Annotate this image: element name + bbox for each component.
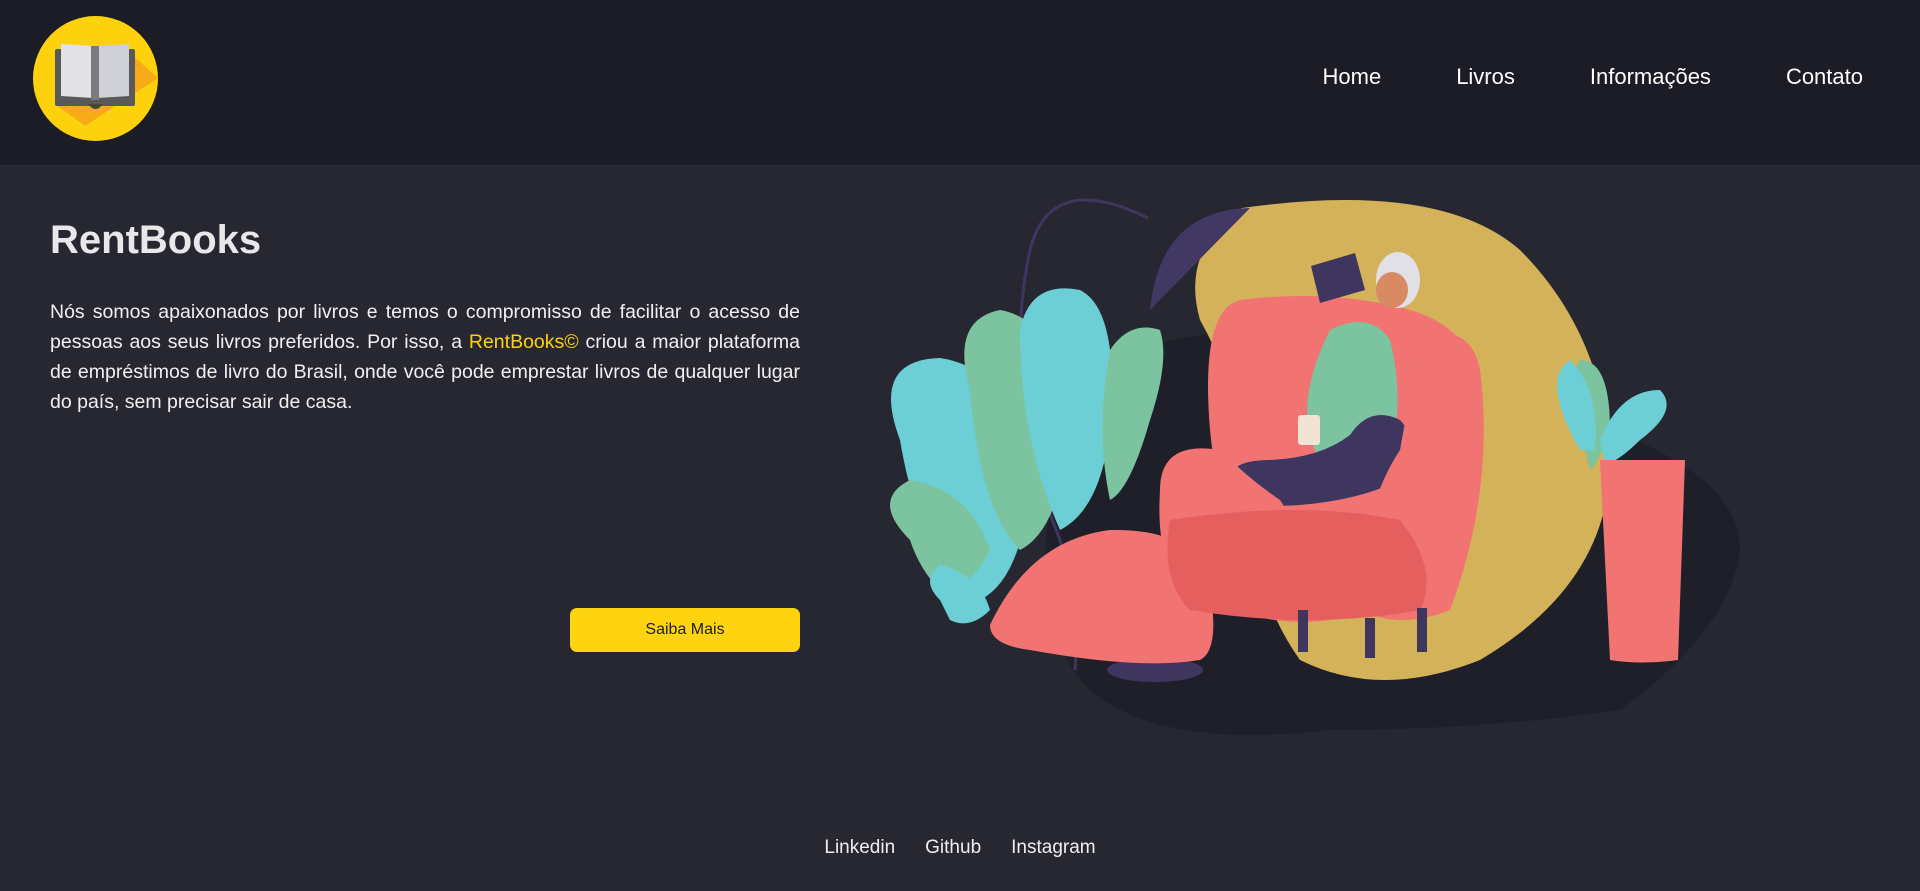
brand-highlight: RentBooks© bbox=[468, 331, 579, 353]
nav-contato[interactable]: Contato bbox=[1786, 64, 1863, 90]
nav-livros[interactable]: Livros bbox=[1456, 64, 1515, 90]
plant-pot bbox=[1600, 460, 1685, 663]
nav-informacoes[interactable]: Informações bbox=[1590, 64, 1711, 90]
main-nav: Home Livros Informações Contato bbox=[1323, 64, 1864, 90]
person-reading-illustration bbox=[890, 198, 1740, 735]
footer-link-instagram[interactable]: Instagram bbox=[1011, 837, 1095, 859]
page-title: RentBooks bbox=[50, 218, 262, 262]
chair-leg bbox=[1417, 608, 1427, 652]
nav-home[interactable]: Home bbox=[1323, 64, 1382, 90]
coffee-cup bbox=[1298, 415, 1320, 445]
logo[interactable] bbox=[33, 16, 158, 141]
site-footer: Linkedin Github Instagram bbox=[0, 837, 1920, 859]
book-icon bbox=[33, 16, 158, 141]
footer-link-linkedin[interactable]: Linkedin bbox=[824, 837, 895, 859]
hero-description: Nós somos apaixonados por livros e temos… bbox=[50, 297, 800, 417]
chair-leg bbox=[1365, 618, 1375, 658]
person-face bbox=[1376, 272, 1408, 308]
site-header: Home Livros Informações Contato bbox=[0, 0, 1920, 166]
chair-leg bbox=[1298, 610, 1308, 652]
chair-seat bbox=[1167, 510, 1427, 620]
saiba-mais-button[interactable]: Saiba Mais bbox=[570, 608, 800, 652]
footer-link-github[interactable]: Github bbox=[925, 837, 981, 859]
